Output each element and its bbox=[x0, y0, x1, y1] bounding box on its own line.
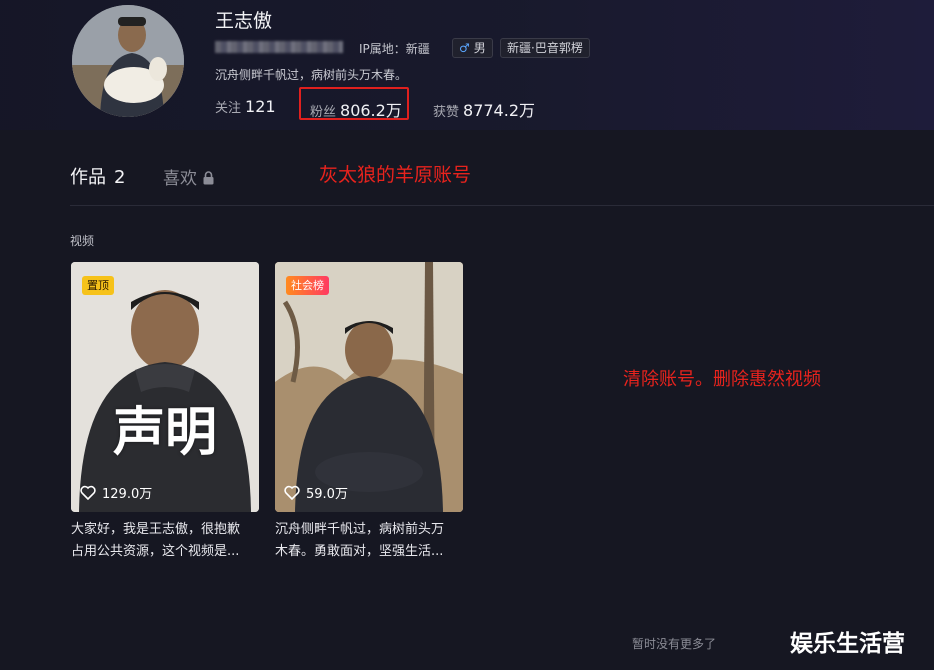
caption-line: 占用公共资源，这个视频是... bbox=[71, 544, 240, 559]
video-likes-count: 129.0万 bbox=[102, 487, 153, 502]
profile-name: 王志傲 bbox=[215, 10, 273, 32]
lock-icon bbox=[203, 171, 214, 185]
tab-likes[interactable]: 喜欢 bbox=[163, 164, 214, 189]
video-caption-2[interactable]: 沉舟侧畔千帆过，病树前头万 木春。勇敢面对，坚强生活... bbox=[275, 519, 461, 563]
tab-works-count: 2 bbox=[114, 167, 126, 188]
tab-divider bbox=[70, 205, 934, 206]
following-count: 121 bbox=[245, 97, 276, 116]
caption-line: 木春。勇敢面对，坚强生活... bbox=[275, 544, 444, 559]
section-label: 视频 bbox=[70, 234, 95, 248]
gender-label: 男 bbox=[473, 41, 486, 55]
likes-stat: 获赞 8774.2万 bbox=[433, 97, 535, 121]
following-stat[interactable]: 关注 121 bbox=[215, 97, 276, 116]
likes-label: 获赞 bbox=[433, 105, 460, 120]
video-thumbnail-1 bbox=[71, 262, 259, 512]
watermark: 娱乐生活营 bbox=[790, 631, 905, 657]
avatar[interactable] bbox=[72, 5, 184, 117]
video-card-2[interactable]: 社会榜 59.0万 bbox=[275, 262, 463, 512]
video-overlay-text: 声明 bbox=[112, 403, 217, 463]
location-tag: 新疆·巴音郭楞 bbox=[500, 38, 590, 58]
tab-likes-label: 喜欢 bbox=[163, 169, 197, 189]
video-card-1[interactable]: 置顶 声明 129.0万 bbox=[71, 262, 259, 512]
caption-line: 沉舟侧畔千帆过，病树前头万 bbox=[275, 522, 445, 537]
heart-icon bbox=[80, 485, 96, 500]
profile-bio: 沉舟侧畔千帆过，病树前头万木春。 bbox=[215, 68, 408, 82]
annotation-top: 灰太狼的羊原账号 bbox=[319, 164, 472, 186]
no-more-text: 暂时没有更多了 bbox=[632, 637, 717, 651]
blurred-user-id bbox=[215, 41, 343, 53]
video-likes-count: 59.0万 bbox=[306, 487, 348, 502]
heart-icon bbox=[284, 485, 300, 500]
likes-count: 8774.2万 bbox=[463, 101, 536, 120]
caption-line: 大家好，我是王志傲，很抱歉 bbox=[71, 522, 241, 537]
annotation-right: 清除账号。删除惠然视频 bbox=[623, 369, 821, 390]
male-icon: ♂ bbox=[459, 41, 470, 55]
tab-works[interactable]: 作品 2 bbox=[70, 163, 125, 189]
pin-badge: 置顶 bbox=[82, 276, 114, 295]
video-caption-1[interactable]: 大家好，我是王志傲，很抱歉 占用公共资源，这个视频是... bbox=[71, 519, 257, 563]
gender-tag: ♂ 男 bbox=[452, 38, 493, 58]
video-likes: 59.0万 bbox=[284, 483, 348, 502]
fans-highlight-box bbox=[299, 87, 409, 120]
hot-list-badge: 社会榜 bbox=[286, 276, 329, 295]
ip-location: IP属地：新疆 bbox=[359, 42, 430, 56]
tab-works-label: 作品 bbox=[70, 167, 106, 188]
following-label: 关注 bbox=[215, 101, 242, 116]
video-thumbnail-2 bbox=[275, 262, 463, 512]
video-likes: 129.0万 bbox=[80, 483, 152, 502]
